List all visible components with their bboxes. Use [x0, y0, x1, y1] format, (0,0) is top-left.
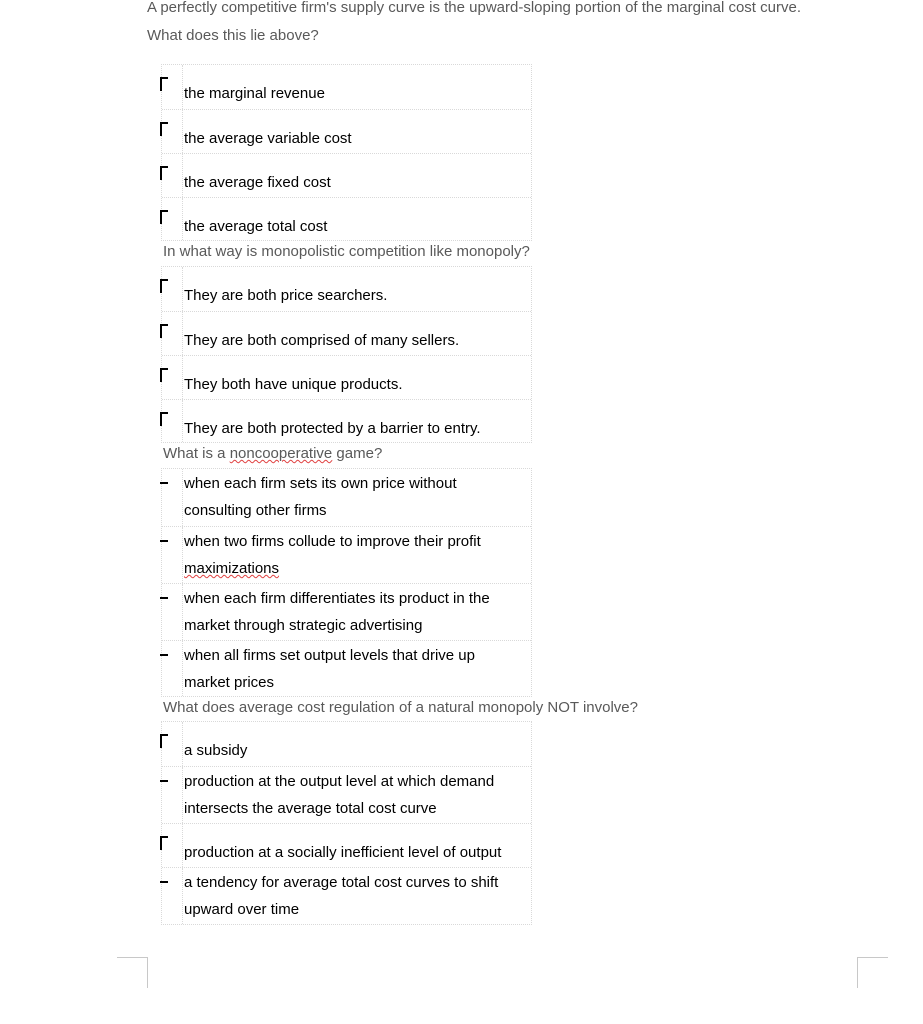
- bullet-dash-icon: [160, 540, 168, 542]
- option-text: They are both price searchers.: [184, 287, 388, 304]
- answer-option[interactable]: when all firms set output levels that dr…: [160, 640, 531, 696]
- spellcheck-flagged-word[interactable]: noncooperative: [230, 445, 333, 462]
- answer-table-q4: a subsidy production at the output level…: [160, 721, 532, 925]
- option-text: They are both protected by a barrier to …: [184, 420, 481, 437]
- bullet-dash-icon: [160, 654, 168, 656]
- bullet-dash-icon: [160, 780, 168, 782]
- prompt-text: What is a: [163, 445, 230, 462]
- option-text: the average variable cost: [184, 130, 352, 147]
- question-4-prompt: What does average cost regulation of a n…: [163, 699, 638, 716]
- bullet-tick-icon: [160, 734, 162, 748]
- bullet-tick-icon: [160, 77, 162, 91]
- answer-option[interactable]: production at a socially inefficient lev…: [160, 823, 531, 867]
- option-text-line: market prices: [184, 674, 275, 691]
- intro-line-2: What does this lie above?: [147, 27, 319, 44]
- question-3-prompt: What is a noncooperative game?: [163, 445, 382, 462]
- answer-option[interactable]: the average fixed cost: [160, 153, 531, 197]
- answer-option[interactable]: the marginal revenue: [160, 65, 531, 109]
- answer-option[interactable]: when each firm sets its own price withou…: [160, 469, 531, 526]
- bullet-tick-icon: [160, 210, 162, 224]
- bullet-tick-icon: [160, 368, 162, 382]
- bullet-dash-icon: [160, 482, 168, 484]
- answer-option[interactable]: a subsidy: [160, 722, 531, 766]
- option-text: the average fixed cost: [184, 174, 331, 191]
- bullet-dash-icon: [160, 597, 168, 599]
- answer-option[interactable]: They are both price searchers.: [160, 267, 531, 311]
- spellcheck-flagged-word[interactable]: maximizations: [184, 555, 279, 582]
- answer-option[interactable]: the average variable cost: [160, 109, 531, 153]
- answer-option[interactable]: They both have unique products.: [160, 355, 531, 399]
- prompt-text: game?: [332, 445, 383, 462]
- page-corner-mark-right: [857, 957, 888, 988]
- answer-table-q3: when each firm sets its own price withou…: [160, 468, 532, 697]
- option-text-line: when each firm differentiates its produc…: [184, 590, 490, 607]
- option-text-line: production at a socially inefficient lev…: [184, 844, 502, 861]
- option-text: They both have unique products.: [184, 376, 403, 393]
- option-text: the average total cost: [184, 218, 328, 235]
- option-text-line: when two firms collude to improve their …: [184, 533, 481, 550]
- option-text-line: production at the output level at which …: [184, 773, 495, 790]
- option-text: the marginal revenue: [184, 85, 325, 102]
- page-corner-mark-left: [117, 957, 148, 988]
- option-text-line: when each firm sets its own price withou…: [184, 475, 457, 492]
- option-text-line: a subsidy: [184, 742, 248, 759]
- option-text-line: when all firms set output levels that dr…: [184, 647, 475, 664]
- option-text-line: a tendency for average total cost curves…: [184, 874, 499, 891]
- bullet-tick-icon: [160, 279, 162, 293]
- bullet-tick-icon: [160, 412, 162, 426]
- answer-option[interactable]: production at the output level at which …: [160, 766, 531, 823]
- option-text-line: consulting other firms: [184, 502, 327, 519]
- answer-option[interactable]: They are both comprised of many sellers.: [160, 311, 531, 355]
- bullet-tick-icon: [160, 324, 162, 338]
- option-text-line: market through strategic advertising: [184, 617, 423, 634]
- answer-option[interactable]: when two firms collude to improve their …: [160, 526, 531, 583]
- option-text-line: intersects the average total cost curve: [184, 800, 437, 817]
- option-text-line: upward over time: [184, 901, 300, 918]
- bullet-tick-icon: [160, 836, 162, 850]
- bullet-tick-icon: [160, 166, 162, 180]
- bullet-tick-icon: [160, 122, 162, 136]
- answer-option[interactable]: a tendency for average total cost curves…: [160, 867, 531, 924]
- answer-option[interactable]: when each firm differentiates its produc…: [160, 583, 531, 640]
- option-text: They are both comprised of many sellers.: [184, 332, 460, 349]
- intro-line-1: A perfectly competitive firm's supply cu…: [147, 0, 801, 16]
- answer-table-q2: They are both price searchers. They are …: [160, 266, 532, 443]
- answer-table-q1: the marginal revenue the average variabl…: [160, 64, 532, 241]
- answer-option[interactable]: They are both protected by a barrier to …: [160, 399, 531, 442]
- bullet-dash-icon: [160, 881, 168, 883]
- question-2-prompt: In what way is monopolistic competition …: [163, 243, 530, 260]
- answer-option[interactable]: the average total cost: [160, 197, 531, 240]
